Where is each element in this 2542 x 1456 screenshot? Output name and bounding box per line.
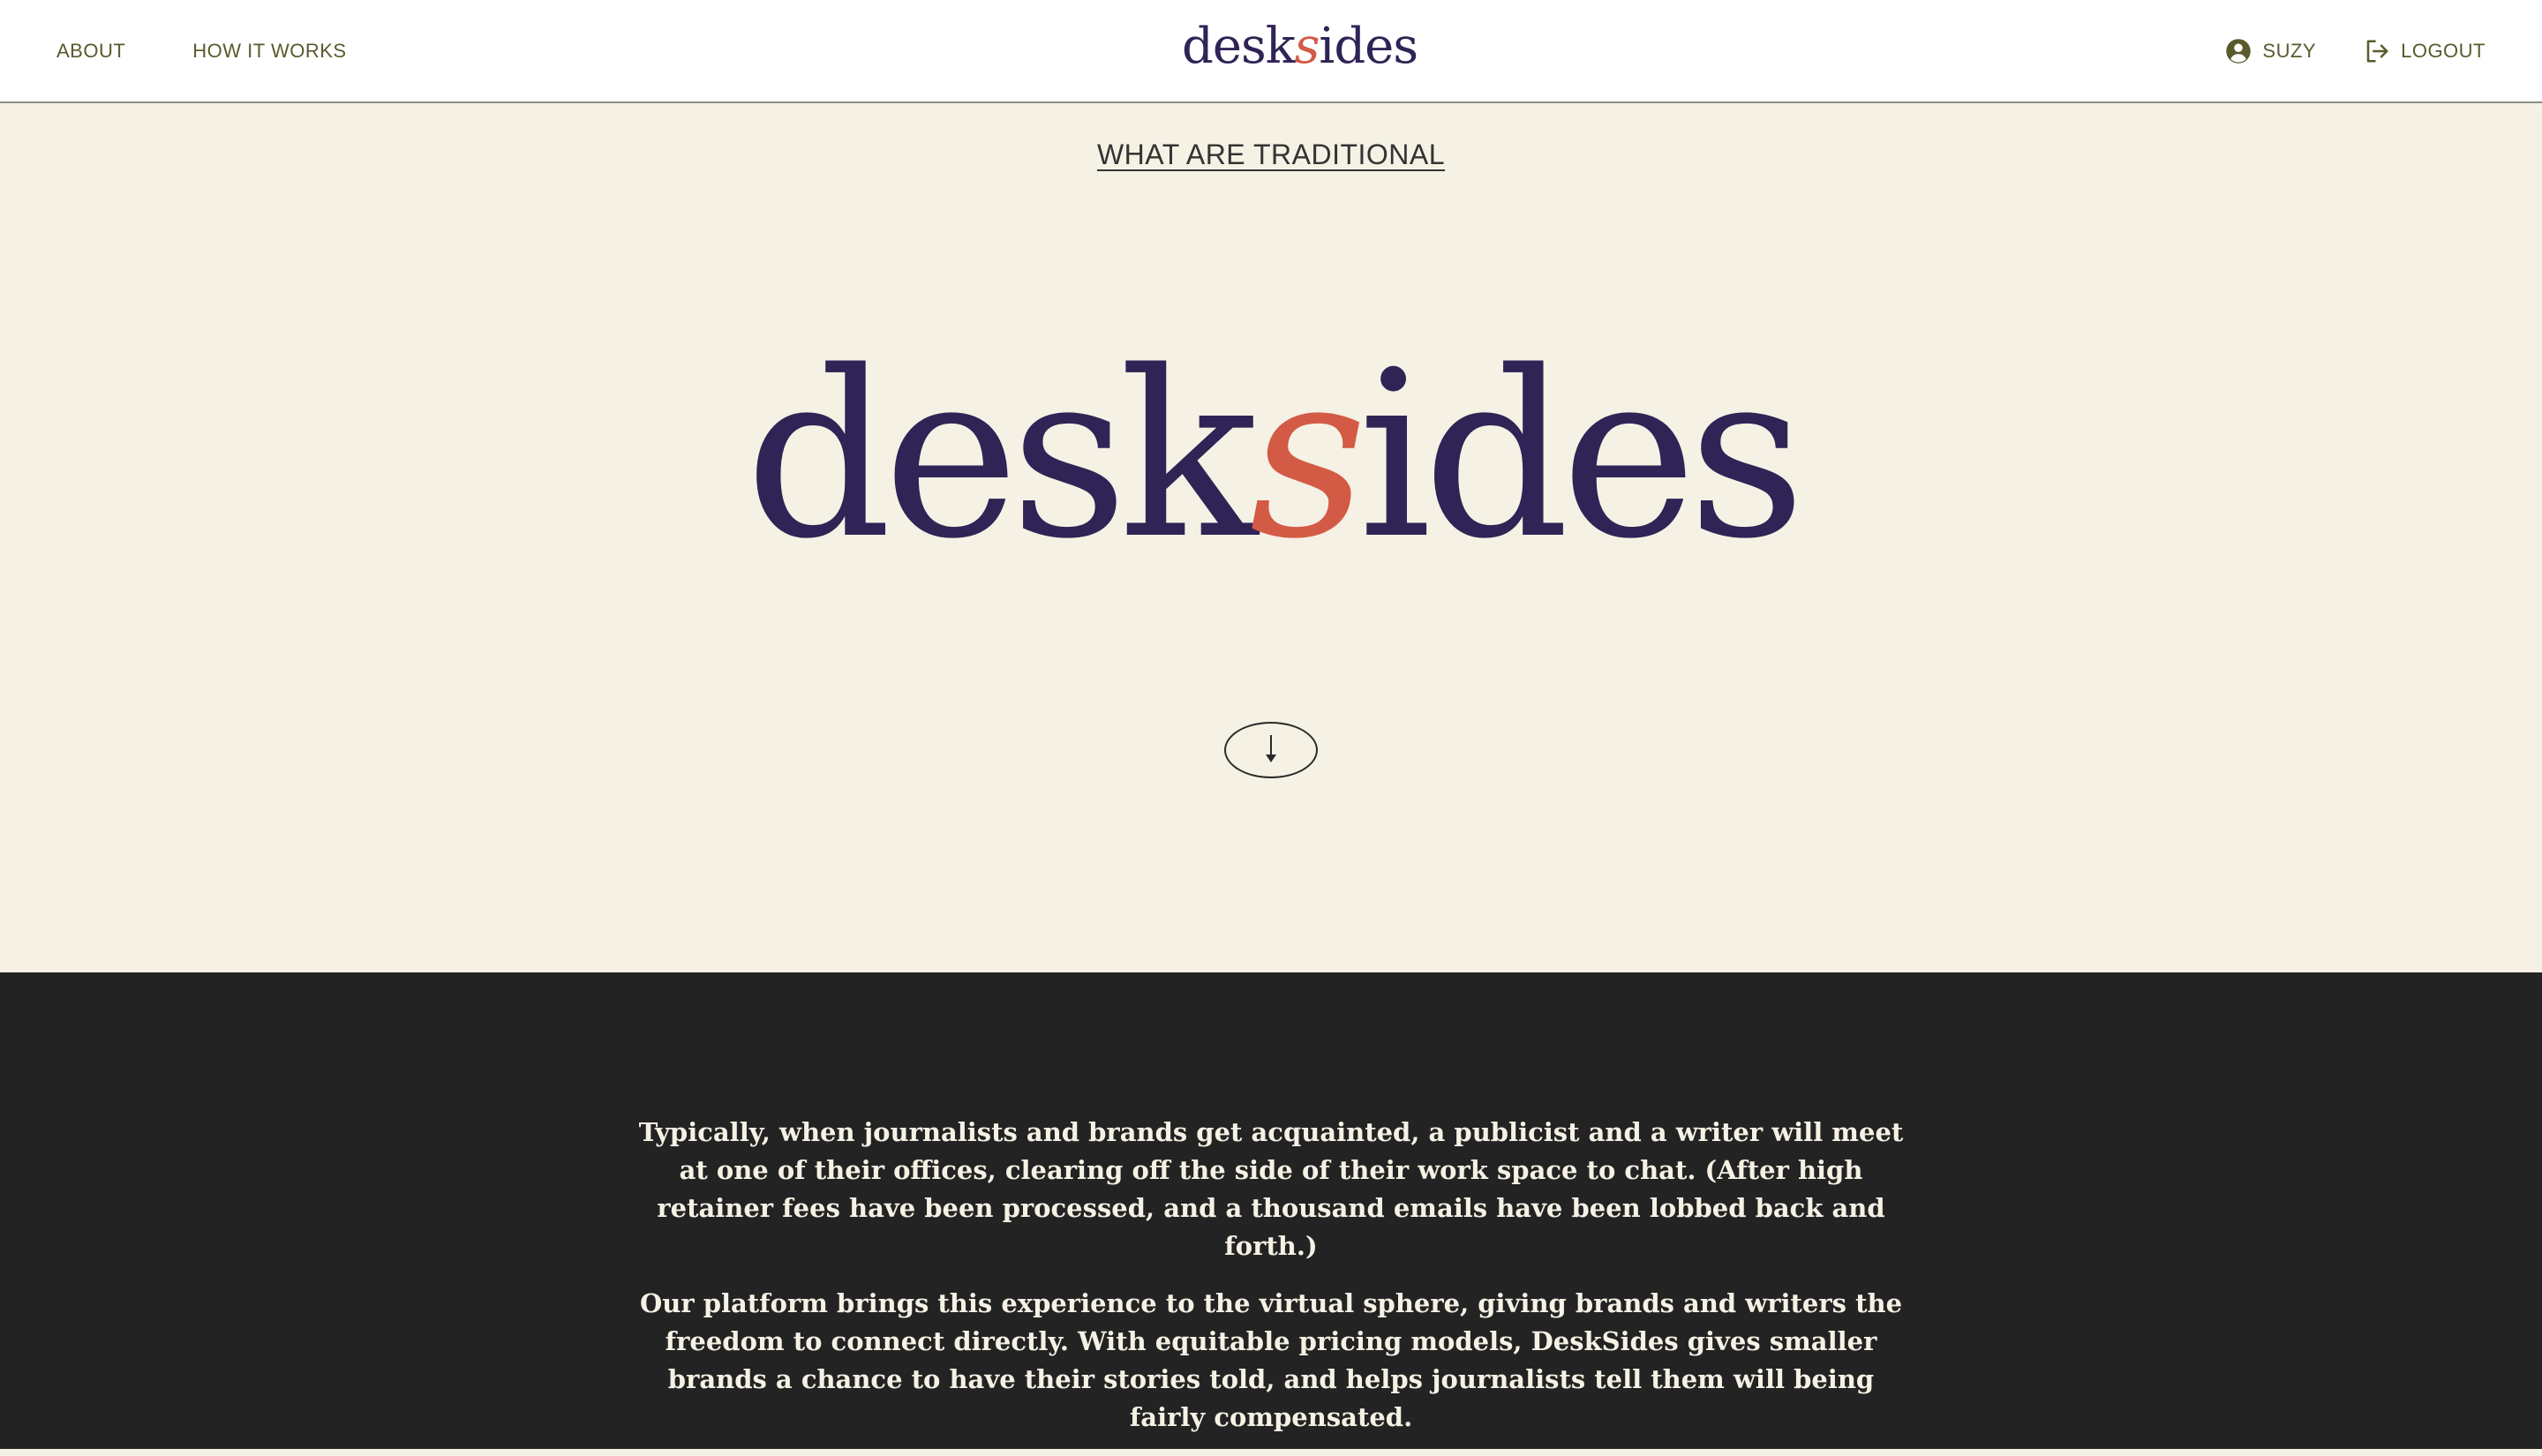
header-logo-desk: desk <box>1182 18 1296 75</box>
account-nav: SUZY LOGOUT <box>2225 0 2486 101</box>
scroll-down-button[interactable] <box>1224 722 1318 778</box>
arrow-down-icon <box>1262 733 1280 768</box>
hero-logo-ides: ides <box>1357 323 1806 589</box>
about-paragraph: Typically, when journalists and brands g… <box>638 1117 1904 1261</box>
nav-about-link[interactable]: ABOUT <box>56 40 125 63</box>
site-header: ABOUT HOW IT WORKS desksides SUZY LOGOUT <box>0 0 2542 103</box>
logout-icon <box>2364 38 2390 64</box>
header-logo-ides: ides <box>1319 18 1418 75</box>
primary-nav: ABOUT HOW IT WORKS <box>56 0 347 101</box>
hero-logo-accent: s <box>1249 323 1366 589</box>
header-logo-accent: s <box>1294 18 1320 75</box>
logout-link[interactable]: LOGOUT <box>2364 38 2486 64</box>
nav-how-it-works-link[interactable]: HOW IT WORKS <box>192 40 346 63</box>
about-copy: Typically, when journalists and brands g… <box>636 1114 1906 1456</box>
logout-label: LOGOUT <box>2401 39 2486 62</box>
hero-section: WHAT ARE TRADITIONAL desksides <box>0 103 2542 972</box>
hero-logo-desk: desk <box>745 323 1258 589</box>
hero-heading-link[interactable]: WHAT ARE TRADITIONAL <box>1097 139 1445 170</box>
user-profile-link[interactable]: SUZY <box>2225 38 2316 64</box>
user-name-label: SUZY <box>2262 39 2317 62</box>
header-logo[interactable]: desksides <box>1182 16 1418 78</box>
about-paragraph: Our platform brings this experience to t… <box>639 1288 1903 1432</box>
user-circle-icon <box>2225 38 2252 64</box>
hero-heading: WHAT ARE TRADITIONAL <box>0 139 2542 171</box>
hero-logo: desksides <box>0 315 2542 597</box>
about-section: Typically, when journalists and brands g… <box>0 972 2542 1449</box>
